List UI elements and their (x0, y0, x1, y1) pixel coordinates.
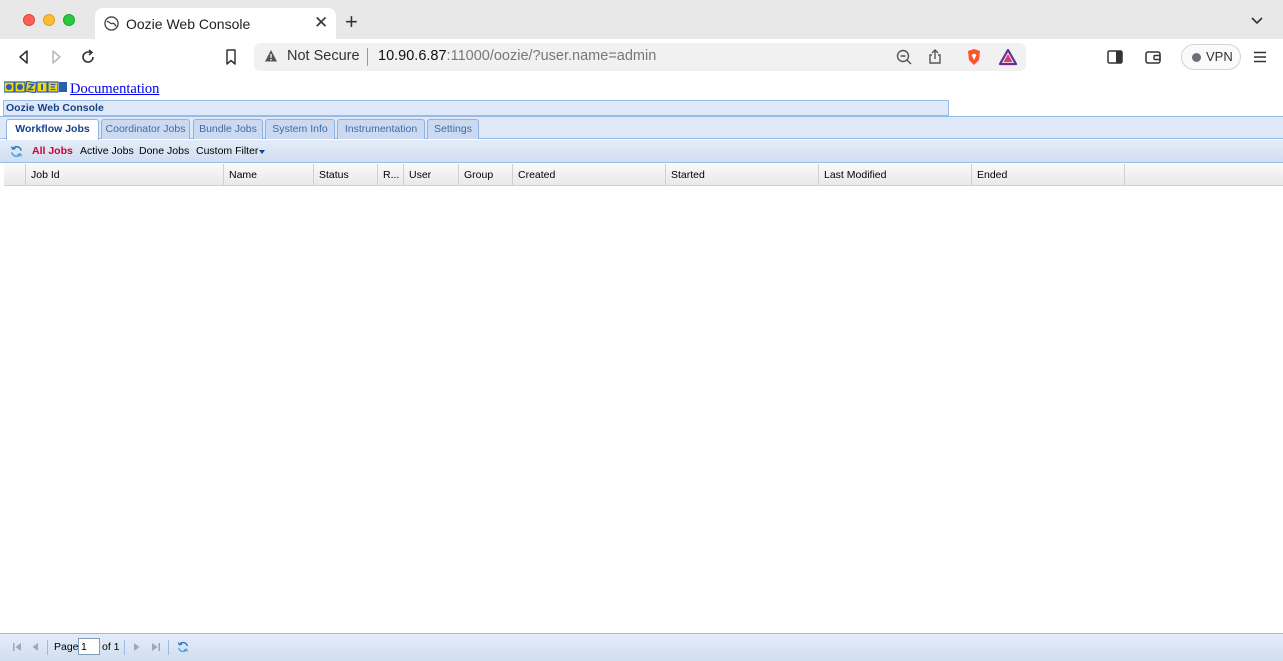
menu-icon[interactable] (1250, 47, 1270, 67)
brave-rewards-icon[interactable] (998, 47, 1018, 67)
column-header-user[interactable]: User (404, 164, 459, 186)
page-count-label: of 1 (102, 641, 120, 653)
last-page-icon[interactable] (150, 641, 162, 653)
first-page-icon[interactable] (11, 641, 23, 653)
vpn-button[interactable]: VPN (1181, 44, 1241, 70)
browser-tab-title: Oozie Web Console (126, 16, 251, 32)
console-title-bar: Oozie Web Console (3, 100, 949, 116)
column-header-group[interactable]: Group (459, 164, 513, 186)
bookmark-icon[interactable] (221, 47, 241, 67)
tab-bundle-jobs[interactable]: Bundle Jobs (193, 119, 263, 139)
warning-icon (265, 50, 277, 62)
tab-coordinator-jobs[interactable]: Coordinator Jobs (101, 119, 190, 139)
column-header-job-id[interactable]: Job Id (26, 164, 224, 186)
globe-icon (104, 16, 119, 31)
paging-toolbar: Page of 1 (0, 633, 1283, 661)
pager-refresh-icon[interactable] (177, 641, 189, 653)
sidebar-icon[interactable] (1105, 47, 1125, 67)
console-title: Oozie Web Console (6, 102, 104, 114)
address-separator (367, 48, 368, 66)
address-bar[interactable]: Not Secure 10.90.6.87:11000/oozie/?user.… (254, 43, 1026, 71)
security-label: Not Secure (287, 48, 360, 64)
custom-filter-menu[interactable]: Custom Filter (196, 145, 258, 157)
column-header-started[interactable]: Started (666, 164, 819, 186)
wallet-icon[interactable] (1143, 47, 1163, 67)
close-tab-icon[interactable]: ✕ (314, 13, 328, 33)
page-number-input[interactable] (78, 638, 100, 655)
back-icon[interactable] (14, 47, 34, 67)
documentation-link[interactable]: Documentation (70, 81, 159, 98)
pager-separator (168, 640, 169, 655)
column-header-last-modified[interactable]: Last Modified (819, 164, 972, 186)
jobs-grid-body (4, 186, 1283, 632)
pager-separator (47, 640, 48, 655)
all-jobs-filter[interactable]: All Jobs (32, 145, 73, 157)
share-icon[interactable] (925, 47, 945, 67)
browser-tab[interactable]: Oozie Web Console ✕ (95, 8, 336, 39)
tab-list-chevron-icon[interactable] (1250, 13, 1264, 27)
zoom-window-button[interactable] (63, 14, 75, 26)
page-label: Page (54, 641, 79, 653)
done-jobs-filter[interactable]: Done Jobs (139, 145, 189, 157)
reload-icon[interactable] (78, 47, 98, 67)
column-header-run[interactable]: R... (378, 164, 404, 186)
next-page-icon[interactable] (131, 641, 143, 653)
previous-page-icon[interactable] (29, 641, 41, 653)
column-header-name[interactable]: Name (224, 164, 314, 186)
browser-chrome: Oozie Web Console ✕ + Not Secure 10.90.6… (0, 0, 1283, 76)
column-header-created[interactable]: Created (513, 164, 666, 186)
vpn-label: VPN (1206, 49, 1233, 64)
forward-icon[interactable] (46, 47, 66, 67)
url-host: 10.90.6.87 (378, 48, 447, 64)
new-tab-button[interactable]: + (345, 10, 358, 34)
zoom-out-icon[interactable] (894, 47, 914, 67)
active-jobs-filter[interactable]: Active Jobs (80, 145, 134, 157)
refresh-icon[interactable] (10, 145, 23, 158)
pager-separator (124, 640, 125, 655)
browser-toolbar: Not Secure 10.90.6.87:11000/oozie/?user.… (0, 39, 1283, 76)
close-window-button[interactable] (23, 14, 35, 26)
oozie-logo-icon (4, 81, 67, 93)
tab-instrumentation[interactable]: Instrumentation (337, 119, 425, 139)
tab-settings[interactable]: Settings (427, 119, 479, 139)
brave-shields-icon[interactable] (964, 47, 984, 67)
column-header-rownum (4, 164, 26, 186)
console-tabs: Workflow Jobs Coordinator Jobs Bundle Jo… (0, 116, 1283, 140)
custom-filter-caret-icon[interactable] (259, 150, 265, 154)
vpn-status-icon (1192, 53, 1201, 62)
tab-system-info[interactable]: System Info (265, 119, 335, 139)
filter-toolbar: All Jobs Active Jobs Done Jobs Custom Fi… (0, 140, 1283, 163)
browser-tabstrip: Oozie Web Console ✕ + (0, 0, 1283, 39)
url-path: :11000/oozie/?user.name=admin (446, 48, 657, 64)
column-header-ended[interactable]: Ended (972, 164, 1125, 186)
oozie-page: Documentation Oozie Web Console Workflow… (0, 77, 1283, 661)
minimize-window-button[interactable] (43, 14, 55, 26)
jobs-grid-header: Job Id Name Status R... User Group Creat… (4, 164, 1283, 186)
column-header-status[interactable]: Status (314, 164, 378, 186)
tab-workflow-jobs[interactable]: Workflow Jobs (6, 119, 99, 140)
url-text: 10.90.6.87:11000/oozie/?user.name=admin (378, 48, 656, 64)
